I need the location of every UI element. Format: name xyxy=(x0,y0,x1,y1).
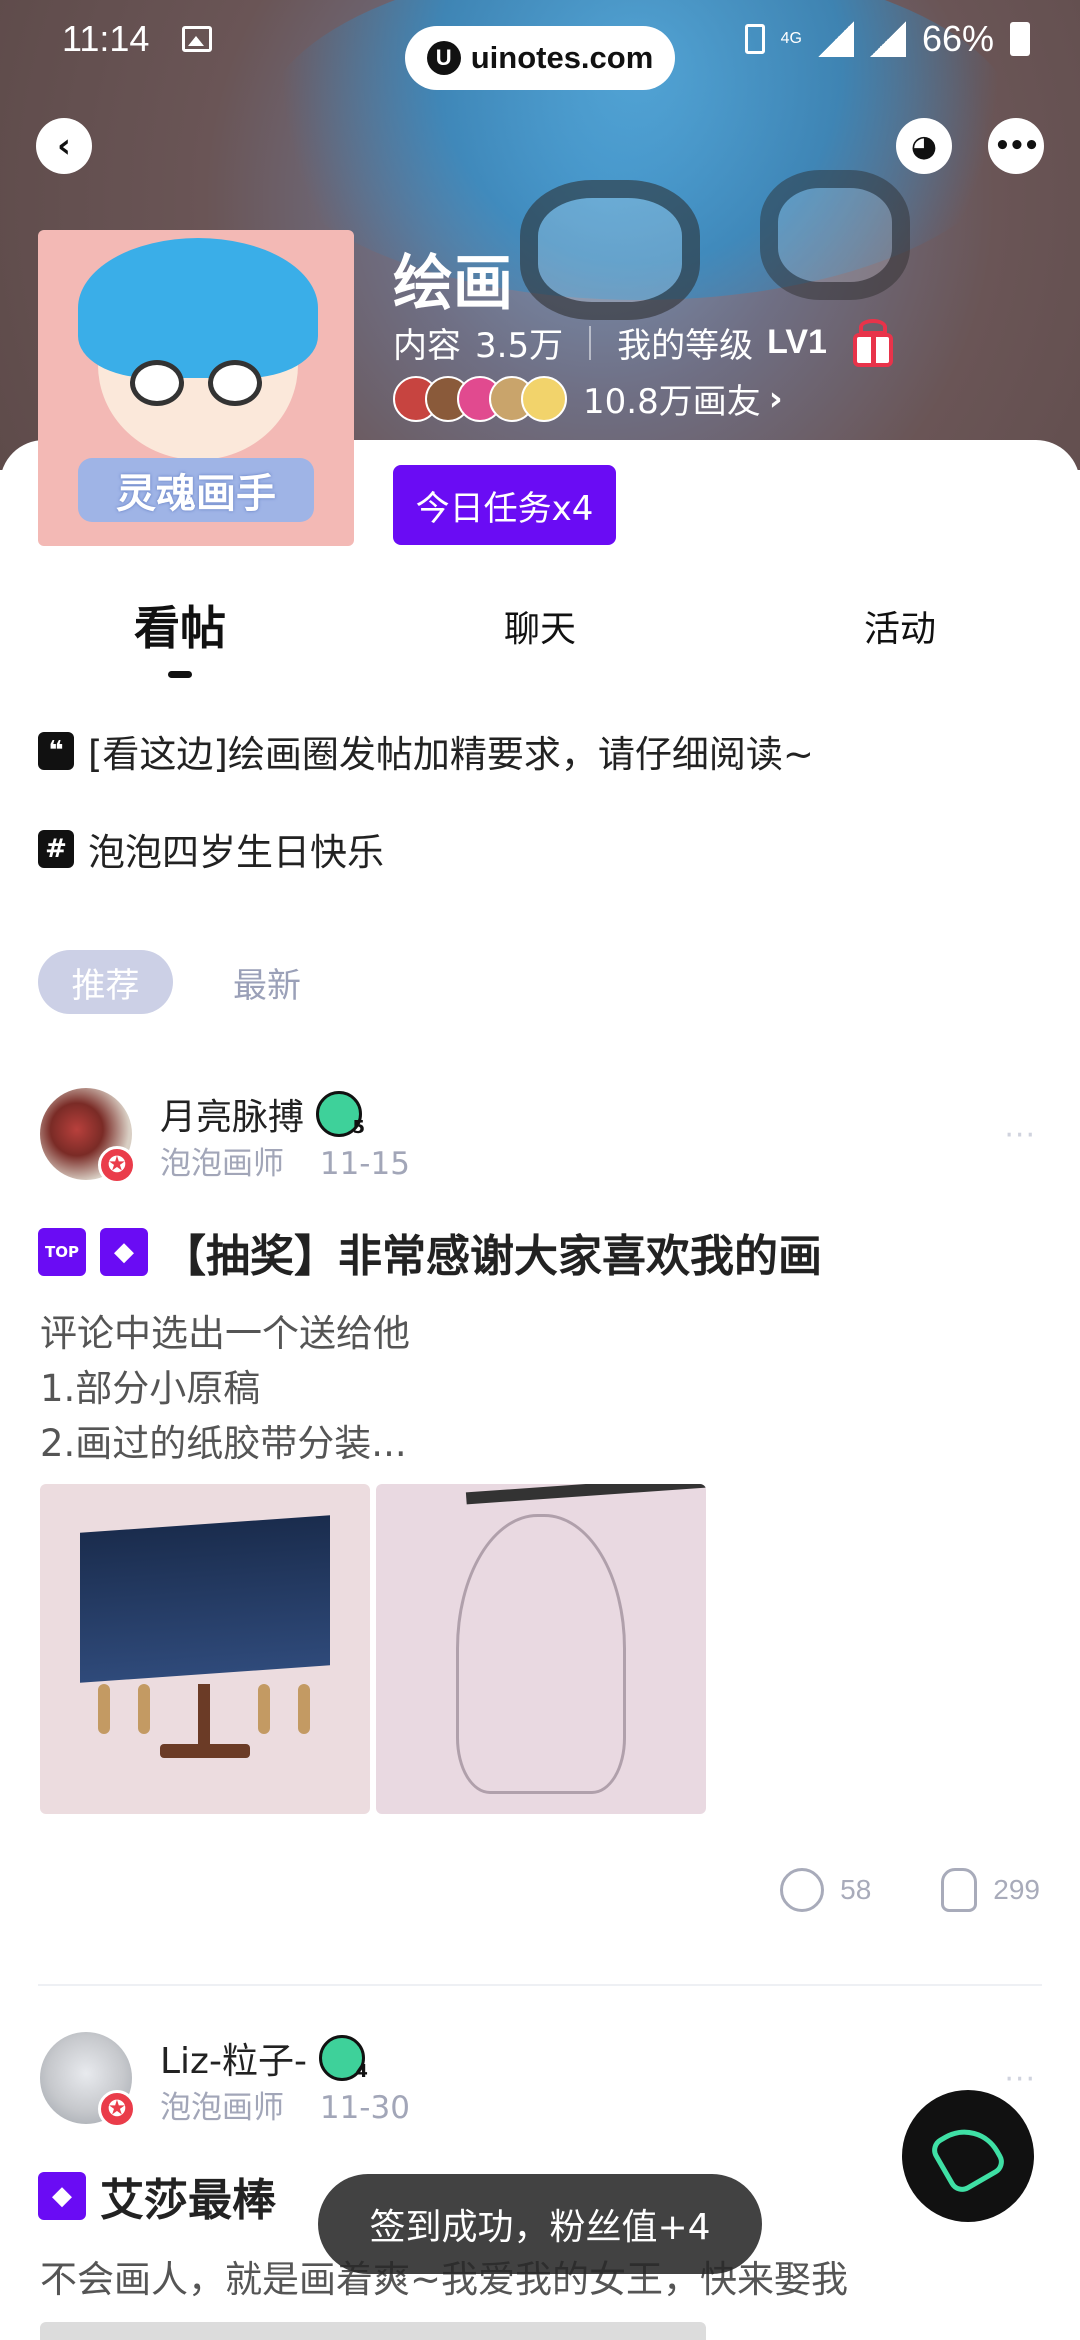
post-more-icon[interactable]: ··· xyxy=(1004,2062,1036,2097)
post-title: 【抽奖】非常感谢大家喜欢我的画 xyxy=(162,1231,822,1282)
author-name: Liz-粒子- xyxy=(160,2041,307,2082)
signal-icon xyxy=(817,21,854,57)
chevron-right-icon: › xyxy=(768,378,783,419)
comment-button[interactable]: 58 xyxy=(780,1868,871,1912)
top-tag-icon: TOP xyxy=(38,1228,86,1276)
diamond-icon: ◆ xyxy=(38,2172,86,2220)
post-image[interactable] xyxy=(40,1484,370,1814)
group-stats: 内容 3.5万 我的等级 LV1 xyxy=(393,318,895,367)
post-divider xyxy=(38,1984,1042,1986)
hand-like-icon xyxy=(941,1868,978,1912)
avatar[interactable]: ✪ xyxy=(40,1088,136,1184)
more-button[interactable]: ••• xyxy=(988,118,1044,174)
group-avatar-badge: 灵魂画手 xyxy=(78,458,314,522)
explore-button[interactable]: ◕ xyxy=(896,118,952,174)
tab-posts[interactable]: 看帖 xyxy=(134,592,226,678)
compose-button[interactable] xyxy=(902,2090,1034,2222)
filter-recommended[interactable]: 推荐 xyxy=(38,950,173,1014)
vibrate-icon xyxy=(744,24,765,54)
like-count: 299 xyxy=(993,1874,1040,1905)
notice-item[interactable]: ❝ [看这边]绘画圈发帖加精要求，请仔细阅读~ xyxy=(38,724,814,778)
uinotes-logo-icon: U xyxy=(426,41,461,75)
post-author[interactable]: ✪ 月亮脉搏 5 泡泡画师 11-15 xyxy=(40,1088,410,1184)
network-type: 4G xyxy=(780,30,802,47)
back-button[interactable]: ‹ xyxy=(36,118,92,174)
battery-icon xyxy=(1010,22,1030,56)
chevron-left-icon: ‹ xyxy=(56,126,71,166)
status-bar: 11:14 U uinotes.com 4G 66% xyxy=(0,0,1080,90)
daily-task-button[interactable]: 今日任务x4 xyxy=(393,465,616,545)
level-badge-icon: 5 xyxy=(316,1091,365,1138)
filter-latest[interactable]: 最新 xyxy=(233,958,301,1007)
feed-filter: 推荐 最新 xyxy=(38,950,301,1014)
content-count: 3.5万 xyxy=(475,326,564,366)
diamond-icon: ◆ xyxy=(100,1228,148,1276)
members-row[interactable]: 10.8万画友 › xyxy=(393,374,783,423)
image-notification-icon xyxy=(182,26,212,52)
quote-icon: ❝ xyxy=(38,732,74,770)
author-role: 泡泡画师 xyxy=(160,1146,284,1182)
post-title: 艾莎最棒 xyxy=(100,2175,276,2226)
more-dots-icon: ••• xyxy=(994,131,1040,161)
stats-divider xyxy=(589,325,592,360)
post-body[interactable]: 评论中选出一个送给他 1.部分小原稿 2.画过的纸胶带分装... xyxy=(40,1306,410,1471)
pencil-icon xyxy=(927,2115,1009,2197)
author-name: 月亮脉搏 xyxy=(160,1097,305,1138)
member-avatar xyxy=(521,375,567,422)
notice-text: 泡泡四岁生日快乐 xyxy=(88,831,384,874)
planet-icon: ◕ xyxy=(910,128,938,164)
like-button[interactable]: 299 xyxy=(941,1868,1040,1912)
url-pill-text: uinotes.com xyxy=(470,40,654,75)
battery-percent: 66% xyxy=(921,18,994,59)
post-date: 11-30 xyxy=(319,2090,410,2126)
author-role: 泡泡画师 xyxy=(160,2090,284,2126)
post-date: 11-15 xyxy=(319,1146,410,1182)
gift-icon[interactable] xyxy=(851,318,895,367)
tab-bar: 看帖 聊天 活动 xyxy=(0,590,1080,680)
star-badge-icon: ✪ xyxy=(98,2090,136,2128)
url-pill: U uinotes.com xyxy=(405,26,675,90)
avatar[interactable]: ✪ xyxy=(40,2032,136,2128)
notice-text: [看这边]绘画圈发帖加精要求，请仔细阅读~ xyxy=(88,733,814,776)
star-badge-icon: ✪ xyxy=(98,1146,136,1184)
members-count: 10.8万画友 xyxy=(583,382,761,422)
signal-icon-2 xyxy=(869,21,906,57)
group-avatar[interactable]: 灵魂画手 xyxy=(38,230,354,546)
content-label: 内容 xyxy=(393,326,461,366)
comment-count: 58 xyxy=(840,1874,872,1905)
comment-icon xyxy=(780,1868,825,1912)
hashtag-icon: # xyxy=(38,830,74,868)
group-title: 绘画 xyxy=(393,249,513,319)
level-label: 我的等级 xyxy=(617,326,754,366)
post-more-icon[interactable]: ··· xyxy=(1004,1118,1036,1153)
level-value: LV1 xyxy=(767,323,827,361)
post-actions: 58 299 xyxy=(780,1868,1040,1912)
post-image[interactable] xyxy=(376,1484,706,1814)
level-badge-icon: 4 xyxy=(318,2035,368,2082)
notice-item[interactable]: # 泡泡四岁生日快乐 xyxy=(38,822,384,876)
toast-message: 签到成功，粉丝值+4 xyxy=(318,2174,762,2274)
status-time: 11:14 xyxy=(62,18,150,59)
post-image[interactable] xyxy=(40,2322,706,2340)
post-title-row[interactable]: ◆ 艾莎最棒 xyxy=(38,2164,276,2228)
tab-chat[interactable]: 聊天 xyxy=(504,600,576,652)
post-title-row[interactable]: TOP ◆ 【抽奖】非常感谢大家喜欢我的画 xyxy=(38,1220,822,1284)
post-author[interactable]: ✪ Liz-粒子- 4 泡泡画师 11-30 xyxy=(40,2032,410,2128)
tab-events[interactable]: 活动 xyxy=(864,600,936,652)
